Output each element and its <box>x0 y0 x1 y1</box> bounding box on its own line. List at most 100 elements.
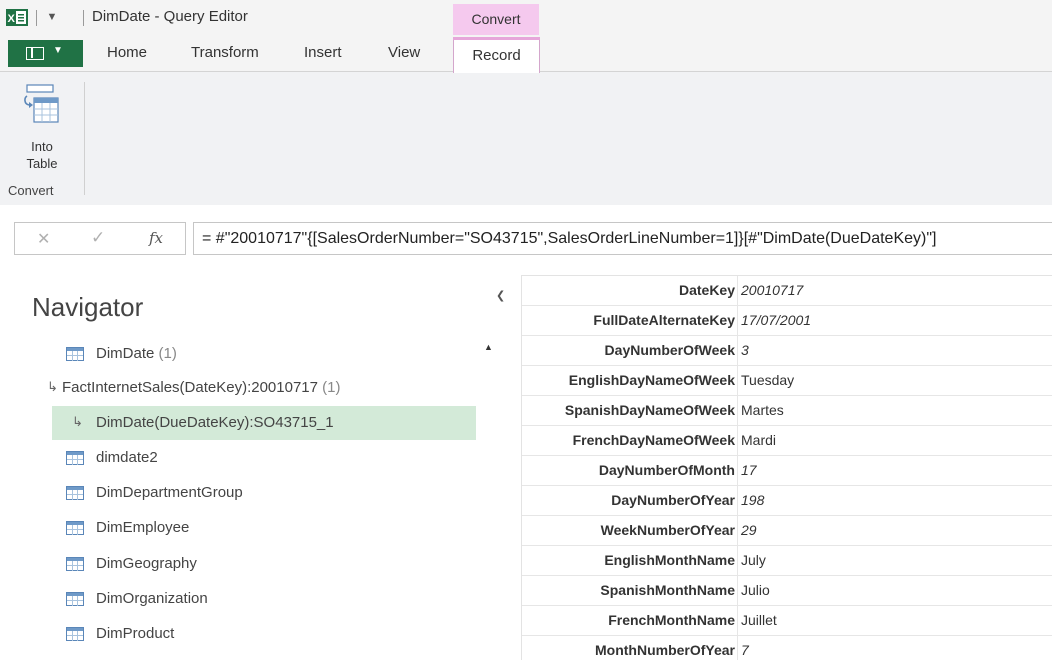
table-row[interactable]: FrenchDayNameOfWeek Mardi <box>522 426 1052 456</box>
table-icon <box>66 451 84 465</box>
list-item[interactable]: DimDate (1) <box>52 337 476 371</box>
table-row[interactable]: DayNumberOfYear 198 <box>522 486 1052 516</box>
table-row[interactable]: MonthNumberOfYear 7 <box>522 636 1052 660</box>
list-item-label: DimDepartmentGroup <box>96 484 243 501</box>
table-row[interactable]: EnglishMonthName July <box>522 546 1052 576</box>
list-item-label: FactInternetSales(DateKey):20010717 <box>62 379 318 396</box>
formula-input[interactable]: = #"20010717"{[SalesOrderNumber="SO43715… <box>193 222 1052 255</box>
tab-view[interactable]: View <box>388 44 420 61</box>
record-field-value[interactable]: 3 <box>741 342 749 358</box>
record-field-value[interactable]: July <box>741 552 766 568</box>
list-item-count: (1) <box>158 345 177 362</box>
navigator-pane: Navigator ❮ ▲ DimDate (1) ↳ FactInternet… <box>0 270 508 660</box>
table-row[interactable]: EnglishDayNameOfWeek Tuesday <box>522 366 1052 396</box>
list-item[interactable]: DimGeography <box>52 547 476 581</box>
table-icon <box>66 557 84 571</box>
list-item[interactable]: ↳ FactInternetSales(DateKey):20010717 (1… <box>47 371 476 405</box>
record-field-value[interactable]: Tuesday <box>741 372 794 388</box>
record-field-value[interactable]: 7 <box>741 642 749 658</box>
formula-controls: ✕ ✓ fx <box>14 222 186 255</box>
record-field-value[interactable]: 198 <box>741 492 764 508</box>
collapse-pane-icon[interactable]: ❮ <box>496 289 505 302</box>
table-icon <box>66 521 84 535</box>
title-separator <box>36 10 37 26</box>
list-item-count: (1) <box>322 379 341 396</box>
file-tab[interactable]: ▼ <box>8 40 83 67</box>
table-icon <box>66 486 84 500</box>
link-arrow-icon: ↳ <box>72 414 83 429</box>
list-item[interactable]: DimDepartmentGroup <box>52 476 476 510</box>
tab-insert[interactable]: Insert <box>304 44 342 61</box>
list-item-label: DimOrganization <box>96 590 208 607</box>
cancel-icon[interactable]: ✕ <box>37 229 50 249</box>
record-field-value[interactable]: 17 <box>741 462 757 478</box>
into-table-icon <box>24 84 59 123</box>
navigator-scrollbar[interactable] <box>480 337 498 660</box>
record-field-name: FullDateAlternateKey <box>593 312 735 328</box>
link-arrow-icon: ↳ <box>47 379 58 394</box>
record-field-value[interactable]: Julio <box>741 582 770 598</box>
list-item-label: DimGeography <box>96 555 197 572</box>
scroll-up-icon[interactable]: ▲ <box>484 342 493 352</box>
table-row[interactable]: DayNumberOfWeek 3 <box>522 336 1052 366</box>
table-row[interactable]: SpanishMonthName Julio <box>522 576 1052 606</box>
ribbon-group-separator <box>84 82 85 195</box>
list-item[interactable]: DimOrganization <box>52 582 476 616</box>
chevron-down-icon: ▼ <box>53 45 63 56</box>
record-field-value[interactable]: 17/07/2001 <box>741 312 811 328</box>
ribbon: Into Table Convert <box>0 72 1052 205</box>
list-item-text: FactInternetSales(DateKey):20010717 (1) <box>62 379 341 396</box>
record-field-name: DayNumberOfMonth <box>598 462 735 478</box>
record-preview: DateKey 20010717 FullDateAlternateKey 17/07… <box>521 275 1052 660</box>
file-menu-icon <box>26 47 44 60</box>
tab-record[interactable]: Record <box>453 37 540 73</box>
record-field-value[interactable]: Mardi <box>741 432 776 448</box>
table-row[interactable]: FullDateAlternateKey 17/07/2001 <box>522 306 1052 336</box>
function-icon[interactable]: fx <box>149 229 163 247</box>
table-row[interactable]: DayNumberOfMonth 17 <box>522 456 1052 486</box>
list-item-label: DimProduct <box>96 625 175 642</box>
table-icon <box>66 347 84 361</box>
check-icon[interactable]: ✓ <box>91 228 105 248</box>
tab-transform[interactable]: Transform <box>191 44 259 61</box>
table-icon <box>66 627 84 641</box>
list-item-selected[interactable]: ↳ DimDate(DueDateKey):SO43715_1 <box>52 406 476 440</box>
record-field-name: EnglishMonthName <box>604 552 735 568</box>
table-row[interactable]: FrenchMonthName Juillet <box>522 606 1052 636</box>
list-item[interactable]: dimdate2 <box>52 441 476 475</box>
list-item[interactable]: DimEmployee <box>52 511 476 545</box>
into-table-button[interactable]: Into Table <box>8 78 76 183</box>
svg-text:X: X <box>8 13 16 25</box>
record-field-value[interactable]: Juillet <box>741 612 777 628</box>
record-field-name: FrenchDayNameOfWeek <box>572 432 735 448</box>
into-table-label: Into Table <box>26 139 58 171</box>
table-row[interactable]: WeekNumberOfYear 29 <box>522 516 1052 546</box>
record-field-name: DayNumberOfWeek <box>604 342 735 358</box>
title-bar: X ▼ DimDate - Query Editor Convert <box>0 0 1052 35</box>
quick-access-dropdown-icon[interactable]: ▼ <box>45 9 59 25</box>
tab-home[interactable]: Home <box>107 44 147 61</box>
contextual-tab-group-convert: Convert <box>453 4 539 35</box>
ribbon-group-label-convert: Convert <box>8 183 54 198</box>
list-item-label: DimEmployee <box>96 519 190 536</box>
record-field-value[interactable]: 20010717 <box>741 282 803 298</box>
list-item-label: dimdate2 <box>96 449 158 466</box>
record-field-name: DateKey <box>678 282 735 298</box>
record-field-name: MonthNumberOfYear <box>594 642 735 658</box>
list-item[interactable]: DimProduct <box>52 617 476 651</box>
record-field-name: EnglishDayNameOfWeek <box>568 372 735 388</box>
record-field-name: FrenchMonthName <box>608 612 735 628</box>
navigator-title: Navigator <box>32 292 144 322</box>
list-item-label: DimDate(DueDateKey):SO43715_1 <box>96 414 334 431</box>
ribbon-background <box>0 72 1052 205</box>
window-title: DimDate - Query Editor <box>92 8 248 25</box>
record-field-name: SpanishMonthName <box>600 582 735 598</box>
record-field-name: DayNumberOfYear <box>611 492 735 508</box>
record-field-name: WeekNumberOfYear <box>600 522 735 538</box>
record-field-value[interactable]: 29 <box>741 522 757 538</box>
record-field-value[interactable]: Martes <box>741 402 784 418</box>
table-row[interactable]: DateKey 20010717 <box>522 276 1052 306</box>
title-separator <box>83 10 84 26</box>
excel-logo-icon[interactable]: X <box>6 9 28 26</box>
table-row[interactable]: SpanishDayNameOfWeek Martes <box>522 396 1052 426</box>
